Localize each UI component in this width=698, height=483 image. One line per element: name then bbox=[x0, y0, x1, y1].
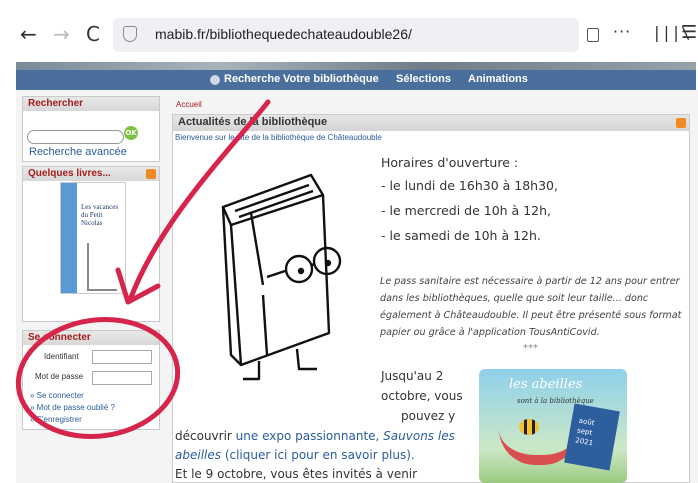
annotation-circle bbox=[15, 316, 181, 440]
annotation-arrow bbox=[127, 99, 271, 303]
annotation-overlay bbox=[15, 99, 271, 440]
